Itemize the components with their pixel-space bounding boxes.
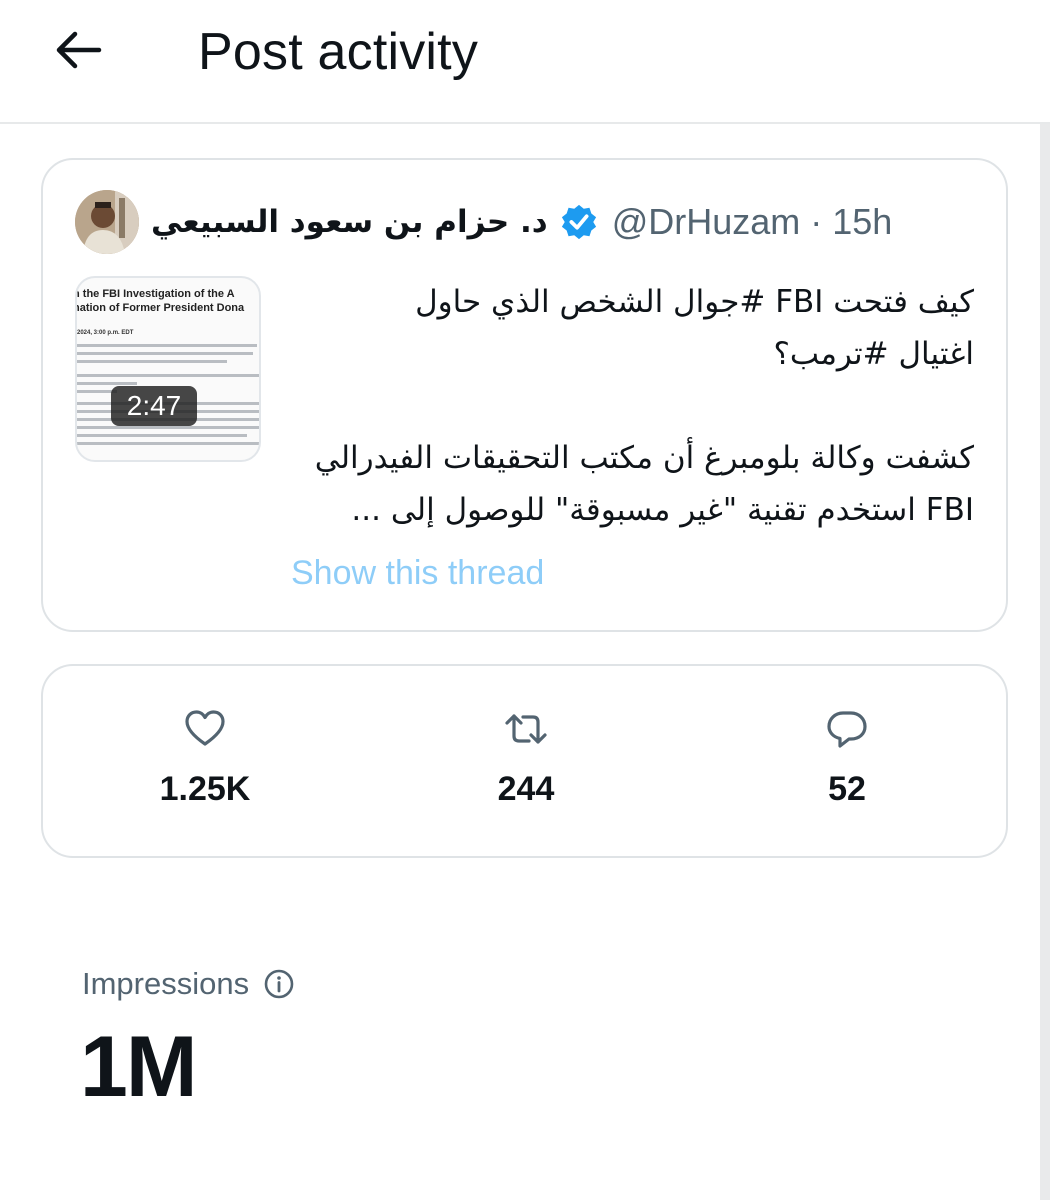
show-thread-link[interactable]: Show this thread xyxy=(291,554,544,593)
reposts-count: 244 xyxy=(497,770,555,808)
document-text-line xyxy=(77,426,259,429)
video-thumbnail[interactable]: n the FBI Investigation of the A nation … xyxy=(75,276,261,462)
heart-icon xyxy=(185,710,225,746)
reply-icon xyxy=(827,711,867,748)
document-text-line xyxy=(77,434,247,437)
back-button[interactable] xyxy=(48,22,108,78)
page-title: Post activity xyxy=(198,23,479,81)
replies-count: 52 xyxy=(828,770,866,808)
document-text-line xyxy=(77,344,257,347)
document-heading-line: nation of Former President Dona xyxy=(75,302,245,314)
post-text-line: FBI استخدم تقنية "غير مسبوقة" للوصول إلى… xyxy=(351,492,974,528)
document-date: 2024, 3:00 p.m. EDT xyxy=(77,330,134,336)
post-time: 15h xyxy=(832,201,893,242)
reposts-stat[interactable]: 244 xyxy=(426,706,626,826)
quoted-post-card[interactable]: د. حزام بن سعود السبيعي @DrHuzam · 15h n… xyxy=(41,158,1008,632)
separator-dot: · xyxy=(810,201,823,242)
author-row: د. حزام بن سعود السبيعي @DrHuzam · 15h xyxy=(151,194,892,250)
post-text-line: كيف فتحت FBI #جوال الشخص الذي حاول xyxy=(415,284,974,320)
arrow-left-icon xyxy=(56,31,102,69)
document-heading-line: n the FBI Investigation of the A xyxy=(75,288,235,300)
author-handle[interactable]: @DrHuzam xyxy=(612,201,801,243)
document-text-line xyxy=(77,442,259,445)
likes-stat[interactable]: 1.25K xyxy=(105,706,305,826)
document-text-line xyxy=(77,382,137,385)
post-text-line: كشفت وكالة بلومبرغ أن مكتب التحقيقات الف… xyxy=(314,440,974,476)
avatar[interactable] xyxy=(75,190,139,254)
impressions-label: Impressions xyxy=(82,966,250,1001)
impressions-count: 1M xyxy=(80,1019,197,1115)
replies-stat[interactable]: 52 xyxy=(747,706,947,826)
likes-count: 1.25K xyxy=(159,770,251,808)
document-text-line xyxy=(77,360,227,363)
avatar-photo xyxy=(75,190,139,254)
verified-badge-icon xyxy=(561,204,596,240)
document-text-line xyxy=(77,374,259,377)
top-bar: Post activity xyxy=(0,0,1050,124)
post-text[interactable]: كيف فتحت FBI #جوال الشخص الذي حاول اغتيا… xyxy=(274,276,974,536)
impressions-label-row: Impressions xyxy=(82,966,295,1002)
engagement-stats-card: 1.25K 244 52 xyxy=(41,664,1008,858)
post-text-line: اغتيال #ترمب؟ xyxy=(773,336,974,372)
document-text-line xyxy=(77,352,253,355)
info-icon[interactable] xyxy=(263,968,295,1000)
repost-icon xyxy=(505,714,547,744)
scrollbar-track[interactable] xyxy=(1040,124,1050,1200)
video-duration-badge: 2:47 xyxy=(111,386,197,426)
author-name[interactable]: د. حزام بن سعود السبيعي xyxy=(151,204,548,240)
